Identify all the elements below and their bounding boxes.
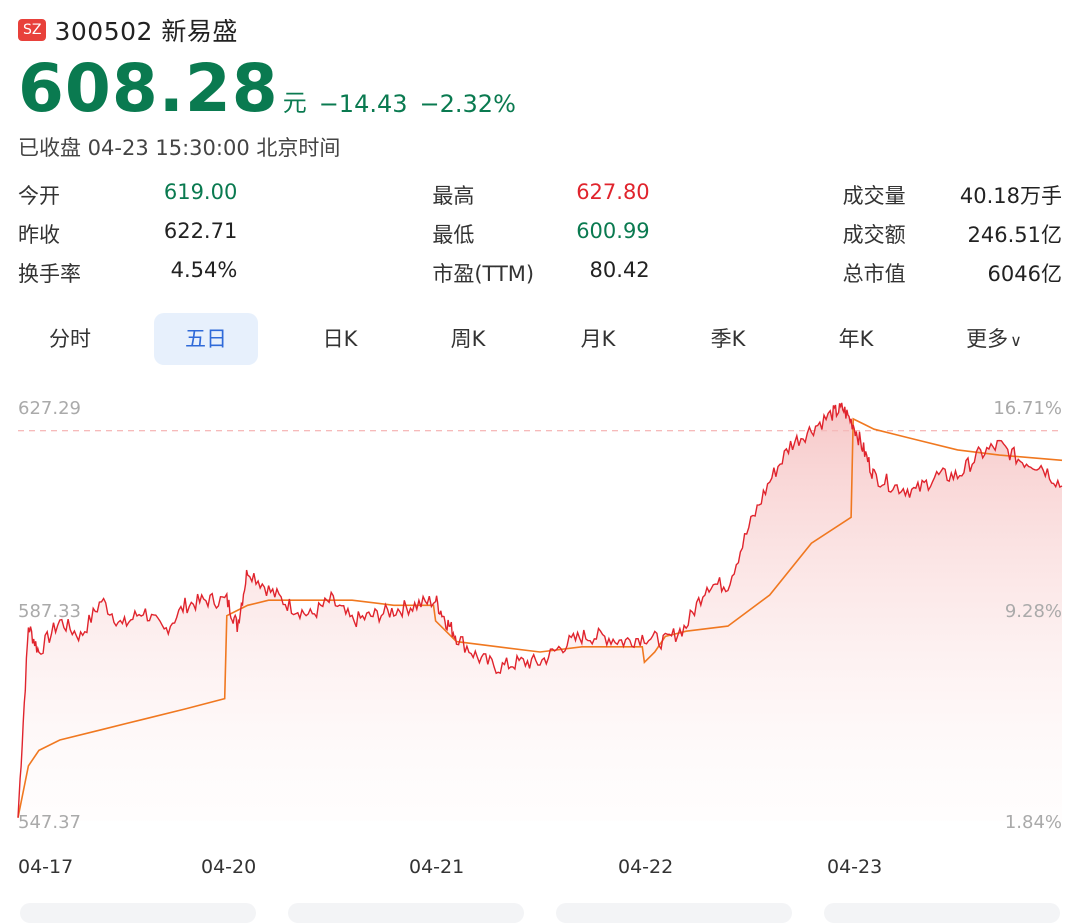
stat-label: 最高 bbox=[432, 184, 475, 208]
stock-header: SZ 300502 新易盛 bbox=[18, 12, 238, 48]
stat-label: 成交额 bbox=[842, 223, 906, 247]
stat-value: 246.51亿 bbox=[967, 223, 1062, 247]
stat-label: 换手率 bbox=[18, 262, 81, 286]
x-label-day5: 04-23 bbox=[827, 856, 883, 878]
stat-open: 今开 619.00 bbox=[18, 180, 237, 219]
tab-daily-k[interactable]: 日K bbox=[288, 313, 392, 365]
market-status: 已收盘 04-23 15:30:00 北京时间 bbox=[18, 136, 341, 160]
tab-monthly-k[interactable]: 月K bbox=[546, 313, 650, 365]
stat-label: 今开 bbox=[18, 184, 60, 208]
stats-row-3: 换手率 4.54% 市盈(TTM) 80.42 总市值 6046亿 bbox=[18, 258, 1062, 297]
x-label-day3: 04-21 bbox=[409, 856, 465, 878]
x-label-day4: 04-22 bbox=[618, 856, 674, 878]
tab-more-label: 更多 bbox=[966, 327, 1009, 351]
five-day-chart[interactable]: 627.29 587.33 547.37 16.71% 9.28% 1.84% bbox=[0, 385, 1080, 835]
stat-prev-close: 昨收 622.71 bbox=[18, 219, 237, 258]
stat-pe-ttm: 市盈(TTM) 80.42 bbox=[432, 258, 649, 297]
stat-label: 昨收 bbox=[18, 223, 60, 247]
tab-quarterly-k[interactable]: 季K bbox=[676, 313, 780, 365]
y-left-label-bottom: 547.37 bbox=[18, 812, 81, 833]
stats-row-2: 昨收 622.71 最低 600.99 成交额 246.51亿 bbox=[18, 219, 1062, 258]
price-change-percent: −2.32% bbox=[419, 90, 516, 118]
stat-label: 市盈(TTM) bbox=[432, 262, 535, 286]
y-right-label-top: 16.71% bbox=[993, 398, 1062, 419]
stat-label: 成交量 bbox=[842, 184, 906, 208]
stat-value: 4.54% bbox=[170, 258, 238, 282]
price-unit: 元 bbox=[282, 89, 307, 117]
stat-value: 600.99 bbox=[576, 219, 650, 243]
stat-value: 619.00 bbox=[163, 180, 238, 204]
price-change: −14.43 bbox=[318, 90, 408, 118]
stat-value: 622.71 bbox=[163, 219, 238, 243]
stat-label: 总市值 bbox=[842, 262, 906, 286]
stock-title: 300502 新易盛 bbox=[54, 17, 238, 46]
stats-grid: 今开 619.00 最高 627.80 成交量 40.18万手 昨收 622.7… bbox=[18, 180, 1062, 297]
stats-row-1: 今开 619.00 最高 627.80 成交量 40.18万手 bbox=[18, 180, 1062, 219]
tab-yearly-k[interactable]: 年K bbox=[804, 313, 908, 365]
chevron-down-icon: ∨ bbox=[1010, 331, 1022, 350]
price-row: 608.28 元 −14.43 −2.32% bbox=[18, 54, 528, 124]
bottom-card[interactable] bbox=[824, 903, 1060, 923]
tab-intraday[interactable]: 分时 bbox=[18, 313, 122, 365]
stat-value: 80.42 bbox=[589, 258, 650, 282]
stat-value: 627.80 bbox=[576, 180, 650, 204]
stat-turnover-amount: 成交额 246.51亿 bbox=[843, 219, 1062, 258]
stat-value: 6046亿 bbox=[987, 262, 1062, 286]
stat-volume: 成交量 40.18万手 bbox=[843, 180, 1062, 219]
stat-market-cap: 总市值 6046亿 bbox=[843, 258, 1062, 297]
tab-five-day[interactable]: 五日 bbox=[154, 313, 258, 365]
stat-low: 最低 600.99 bbox=[432, 219, 649, 258]
y-right-label-mid: 9.28% bbox=[1005, 601, 1062, 622]
y-left-label-mid: 587.33 bbox=[18, 601, 81, 622]
current-price: 608.28 bbox=[18, 50, 279, 127]
price-area bbox=[18, 402, 1062, 821]
tab-more[interactable]: 更多 ∨ bbox=[942, 313, 1046, 365]
bottom-card[interactable] bbox=[556, 903, 792, 923]
x-label-day2: 04-20 bbox=[201, 856, 257, 878]
chart-period-tabs: 分时 五日 日K 周K 月K 季K 年K 更多 ∨ bbox=[0, 313, 1080, 365]
x-label-day1: 04-17 bbox=[18, 856, 74, 878]
exchange-badge: SZ bbox=[18, 19, 47, 41]
stat-value: 40.18万手 bbox=[959, 184, 1062, 208]
tab-weekly-k[interactable]: 周K bbox=[416, 313, 520, 365]
stat-high: 最高 627.80 bbox=[432, 180, 649, 219]
bottom-card[interactable] bbox=[288, 903, 524, 923]
stat-label: 最低 bbox=[432, 223, 475, 247]
y-right-label-bottom: 1.84% bbox=[1005, 812, 1062, 833]
y-left-label-top: 627.29 bbox=[18, 398, 81, 419]
stat-turnover-rate: 换手率 4.54% bbox=[18, 258, 237, 297]
bottom-card[interactable] bbox=[20, 903, 256, 923]
